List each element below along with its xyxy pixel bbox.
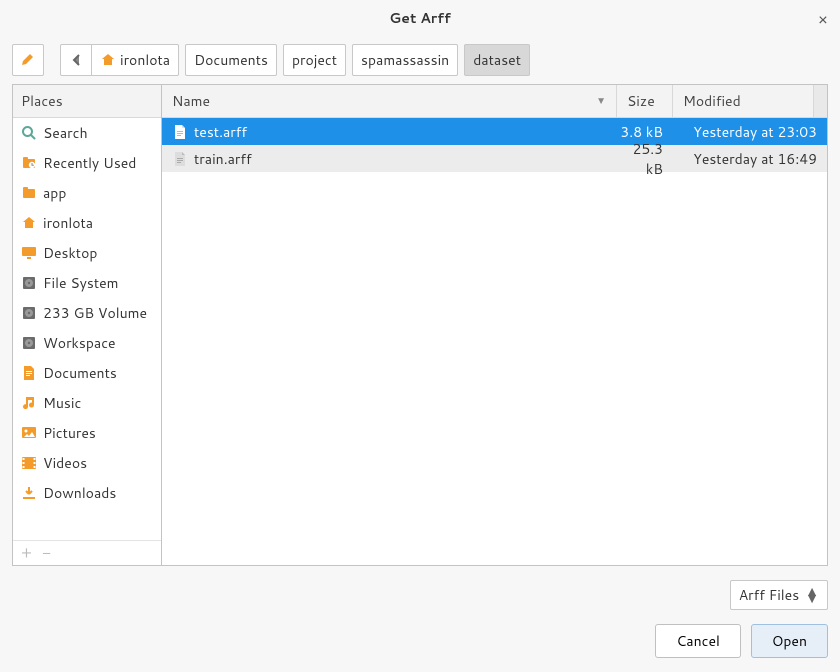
edit-path-button[interactable] <box>12 44 44 76</box>
sidebar-item-label: ironlota <box>43 213 93 233</box>
picture-icon <box>21 425 37 441</box>
recent-icon <box>21 155 37 171</box>
home-icon <box>100 52 116 68</box>
sidebar-item-label: Search <box>43 123 88 143</box>
desktop-icon <box>21 245 37 261</box>
file-type-filter[interactable]: Arff Files ▲▼ <box>730 580 828 610</box>
cancel-button[interactable]: Cancel <box>655 624 741 658</box>
sidebar-item-label: app <box>43 183 66 203</box>
places-sidebar: Places Search Recently Used app ironlota Des… <box>12 84 162 566</box>
search-icon <box>21 125 37 141</box>
sidebar-item[interactable]: 233 GB Volume <box>13 298 161 328</box>
file-name: train.arff <box>194 149 252 169</box>
file-row[interactable]: train.arff25.3 kBYesterday at 16:49 <box>162 145 827 172</box>
close-icon[interactable]: × <box>818 8 828 31</box>
sidebar-item[interactable]: ironlota <box>13 208 161 238</box>
breadcrumb-item[interactable]: spamassassin <box>352 44 458 76</box>
sidebar-item[interactable]: Pictures <box>13 418 161 448</box>
remove-bookmark-button: − <box>42 545 51 561</box>
sidebar-item-label: File System <box>43 273 119 293</box>
places-header: Places <box>13 85 161 118</box>
sidebar-item-label: Videos <box>43 453 87 473</box>
breadcrumb-item-active[interactable]: dataset <box>464 44 530 76</box>
sidebar-item-label: Pictures <box>43 423 96 443</box>
file-list: Name ▼ Size Modified test.arff3.8 kBYest… <box>162 84 828 566</box>
file-modified: Yesterday at 23:03 <box>673 122 827 142</box>
sidebar-item[interactable]: Recently Used <box>13 148 161 178</box>
doc-icon <box>21 365 37 381</box>
sidebar-item-label: 233 GB Volume <box>43 303 147 323</box>
sort-indicator-icon: ▼ <box>596 94 606 108</box>
file-icon <box>172 124 188 140</box>
file-icon <box>172 151 188 167</box>
sidebar-item[interactable]: Search <box>13 118 161 148</box>
breadcrumb: ironlota <box>60 44 179 76</box>
column-header-name[interactable]: Name ▼ <box>162 85 617 117</box>
breadcrumb-label: ironlota <box>120 50 170 70</box>
scrollbar[interactable] <box>813 85 827 117</box>
sidebar-item-label: Downloads <box>43 483 116 503</box>
music-icon <box>21 395 37 411</box>
disk-icon <box>21 305 37 321</box>
sidebar-item-label: Documents <box>43 363 117 383</box>
filter-label: Arff Files <box>739 585 799 605</box>
sidebar-item[interactable]: Videos <box>13 448 161 478</box>
file-modified: Yesterday at 16:49 <box>673 149 827 169</box>
sidebar-item[interactable]: Music <box>13 388 161 418</box>
video-icon <box>21 455 37 471</box>
column-header-modified[interactable]: Modified <box>673 85 813 117</box>
sidebar-item-label: Workspace <box>43 333 116 353</box>
add-bookmark-button: + <box>21 545 32 561</box>
window-title: Get Arff <box>389 8 450 28</box>
open-button[interactable]: Open <box>751 624 828 658</box>
sidebar-item[interactable]: Desktop <box>13 238 161 268</box>
sidebar-item-label: Recently Used <box>43 153 136 173</box>
disk-icon <box>21 275 37 291</box>
sidebar-item[interactable]: Documents <box>13 358 161 388</box>
breadcrumb-home[interactable]: ironlota <box>91 44 179 76</box>
home-icon <box>21 215 37 231</box>
sidebar-item-label: Music <box>43 393 81 413</box>
sidebar-item[interactable]: Workspace <box>13 328 161 358</box>
breadcrumb-back[interactable] <box>60 44 92 76</box>
chevron-left-icon <box>69 52 83 68</box>
breadcrumb-item[interactable]: project <box>283 44 346 76</box>
path-toolbar: ironlota Documents project spamassassin … <box>0 36 840 84</box>
column-header-size[interactable]: Size <box>617 85 673 117</box>
sidebar-item-label: Desktop <box>43 243 97 263</box>
spinner-icon: ▲▼ <box>805 588 819 602</box>
folder-icon <box>21 185 37 201</box>
titlebar: Get Arff × <box>0 0 840 36</box>
sidebar-item[interactable]: Downloads <box>13 478 161 508</box>
sidebar-item[interactable]: app <box>13 178 161 208</box>
sidebar-item[interactable]: File System <box>13 268 161 298</box>
file-size: 25.3 kB <box>603 139 673 179</box>
download-icon <box>21 485 37 501</box>
file-row[interactable]: test.arff3.8 kBYesterday at 23:03 <box>162 118 827 145</box>
breadcrumb-item[interactable]: Documents <box>185 44 277 76</box>
disk-icon <box>21 335 37 351</box>
file-name: test.arff <box>194 122 247 142</box>
pencil-icon <box>20 52 36 68</box>
